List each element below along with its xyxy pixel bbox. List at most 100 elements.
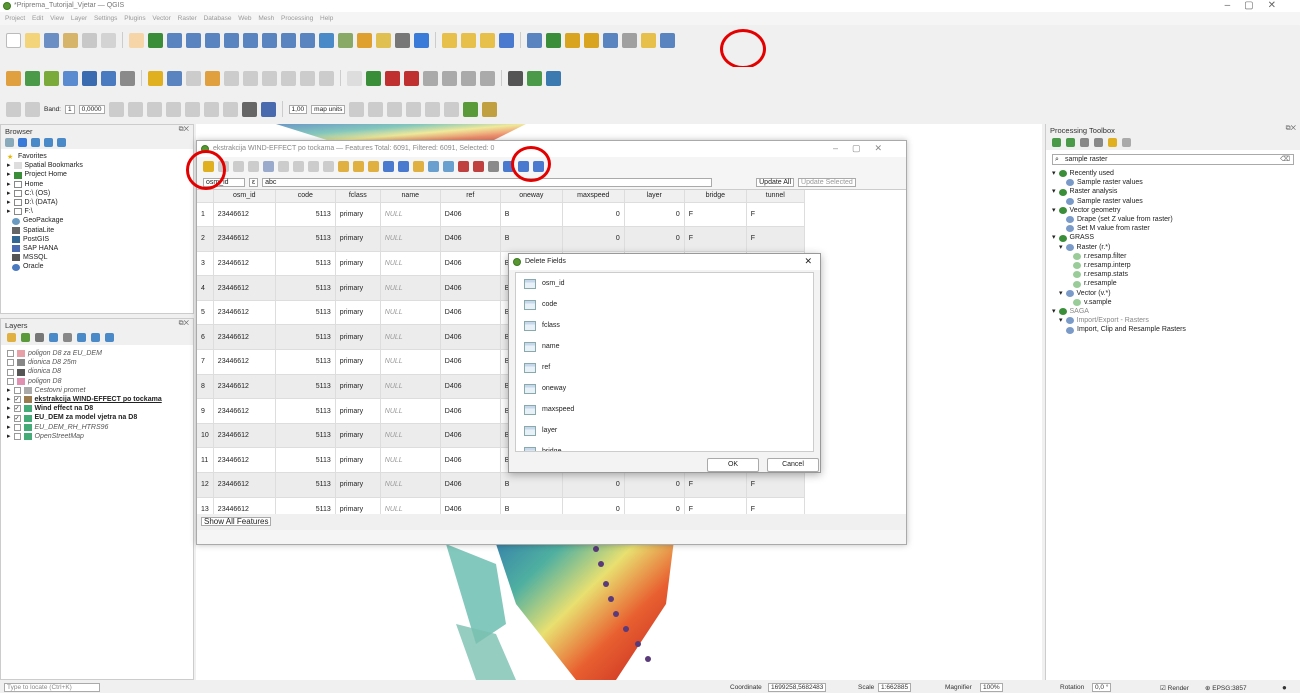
table-cell[interactable]: primary bbox=[335, 447, 381, 474]
table-cell[interactable]: NULL bbox=[380, 447, 441, 474]
tool-e-icon[interactable] bbox=[184, 101, 200, 117]
unit-value-input[interactable]: 1,00 bbox=[288, 104, 308, 114]
panel-close-icon[interactable]: ⧉✕ bbox=[179, 320, 189, 328]
column-header[interactable]: bridge bbox=[684, 190, 747, 203]
field-item[interactable]: oneway bbox=[516, 378, 813, 399]
save-as-icon[interactable] bbox=[63, 32, 78, 48]
band-select[interactable]: 1 bbox=[65, 104, 75, 114]
collapse-all-icon[interactable] bbox=[91, 333, 100, 342]
table-cell[interactable]: 5113 bbox=[275, 300, 336, 326]
table-cell[interactable]: primary bbox=[335, 472, 381, 498]
table-cell[interactable]: NULL bbox=[380, 472, 441, 498]
toolbox-item[interactable]: Import, Clip and Resample Rasters bbox=[1052, 325, 1294, 334]
manage-themes-icon[interactable] bbox=[35, 333, 44, 342]
table-cell[interactable]: NULL bbox=[380, 374, 441, 400]
close-icon[interactable]: ✕ bbox=[804, 256, 812, 267]
layer-item[interactable]: dionica D8 25m bbox=[7, 358, 187, 367]
table-cell[interactable]: 5113 bbox=[275, 275, 336, 301]
coordinate-input[interactable]: 1699258,5682483 bbox=[768, 683, 827, 692]
refresh-browser-icon[interactable] bbox=[18, 138, 27, 147]
column-header[interactable]: oneway bbox=[500, 190, 563, 203]
menu-help[interactable]: Help bbox=[320, 15, 333, 22]
show-all-features-button[interactable]: Show All Features bbox=[201, 517, 272, 526]
table-cell[interactable]: 5113 bbox=[275, 374, 336, 400]
table-cell[interactable]: NULL bbox=[380, 275, 441, 301]
table-cell[interactable]: F bbox=[684, 497, 747, 514]
bookmark-icon[interactable] bbox=[357, 32, 372, 48]
column-header[interactable]: ref bbox=[440, 190, 501, 203]
toolbox-item[interactable]: Sample raster values bbox=[1052, 178, 1294, 187]
scripts-icon[interactable] bbox=[1066, 138, 1075, 147]
help-icon[interactable] bbox=[546, 70, 561, 86]
field-item[interactable]: fclass bbox=[516, 315, 813, 336]
delete-field-icon[interactable] bbox=[473, 160, 484, 172]
table-cell[interactable]: 0 bbox=[562, 472, 625, 498]
style-manager-icon[interactable] bbox=[101, 32, 116, 48]
table-cell[interactable]: 0 bbox=[624, 472, 685, 498]
processing-toolbox-icon[interactable] bbox=[565, 32, 580, 48]
table-cell[interactable]: 23446612 bbox=[213, 398, 276, 424]
add-group-icon[interactable] bbox=[21, 333, 30, 342]
zoom-native-icon[interactable] bbox=[262, 32, 277, 48]
browser-item-c[interactable]: ▸ C:\ (OS) bbox=[7, 189, 187, 198]
table-cell[interactable]: 23446612 bbox=[213, 324, 276, 351]
browser-item-favorites[interactable]: ★ Favorites bbox=[7, 152, 187, 161]
clear-search-icon[interactable]: ⌫ bbox=[1280, 155, 1290, 164]
table-cell[interactable]: 0 bbox=[562, 497, 625, 514]
table-cell[interactable]: NULL bbox=[380, 202, 441, 228]
table-cell[interactable]: D406 bbox=[440, 300, 501, 326]
select-expression-icon[interactable] bbox=[338, 160, 349, 172]
snap-f-icon[interactable] bbox=[444, 101, 460, 117]
menu-view[interactable]: View bbox=[50, 15, 64, 22]
field-item[interactable]: ref bbox=[516, 357, 813, 378]
toolbox-item[interactable]: ▾ Vector geometry bbox=[1052, 206, 1294, 215]
toolbox-item[interactable]: r.resamp.interp bbox=[1052, 261, 1294, 270]
browser-item-mssql[interactable]: MSSQL bbox=[7, 253, 187, 262]
browser-item-home[interactable]: ▸ Home bbox=[7, 180, 187, 189]
snap-e-icon[interactable] bbox=[425, 101, 441, 117]
label-change-icon[interactable] bbox=[461, 70, 476, 86]
select-value-icon[interactable] bbox=[480, 32, 495, 48]
snap-a-icon[interactable] bbox=[349, 101, 365, 117]
models-icon[interactable] bbox=[1052, 138, 1061, 147]
table-row[interactable]: 1 23446612 5113 primary NULL D406 B 0 0 F F bbox=[197, 202, 805, 228]
table-cell[interactable]: F bbox=[746, 472, 805, 498]
table-cell[interactable]: 5113 bbox=[275, 398, 336, 424]
add-raster-layer-icon[interactable] bbox=[44, 70, 59, 86]
messages-icon[interactable]: ● bbox=[1282, 683, 1287, 692]
new-project-icon[interactable] bbox=[6, 32, 21, 48]
cut-icon[interactable] bbox=[293, 160, 304, 172]
render-checkbox[interactable]: ☑ Render bbox=[1160, 684, 1189, 692]
table-cell[interactable]: 5113 bbox=[275, 251, 336, 277]
unit-select[interactable]: map units bbox=[311, 104, 346, 114]
table-cell[interactable]: D406 bbox=[440, 251, 501, 277]
menu-database[interactable]: Database bbox=[204, 15, 232, 22]
table-cell[interactable]: D406 bbox=[440, 202, 501, 228]
toolbox-item[interactable]: Sample raster values bbox=[1052, 197, 1294, 206]
menu-layer[interactable]: Layer bbox=[71, 15, 87, 22]
browser-item-d[interactable]: ▸ D:\ (DATA) bbox=[7, 198, 187, 207]
snap-d-icon[interactable] bbox=[406, 101, 422, 117]
browser-item-saphana[interactable]: SAP HANA bbox=[7, 244, 187, 253]
toolbox-item[interactable]: ▾ Recently used bbox=[1052, 169, 1294, 178]
print-layout-icon[interactable] bbox=[82, 32, 97, 48]
scale-input[interactable]: 1:662885 bbox=[878, 683, 912, 692]
column-header[interactable]: layer bbox=[624, 190, 685, 203]
filter-expression-icon[interactable] bbox=[63, 333, 72, 342]
browser-item-project-home[interactable]: ▸ Project Home bbox=[7, 170, 187, 179]
tool-h-icon[interactable] bbox=[241, 101, 257, 117]
toolbox-item[interactable]: ▾ Raster analysis bbox=[1052, 187, 1294, 196]
toolbox-item[interactable]: ▾ SAGA bbox=[1052, 307, 1294, 316]
layer-item[interactable]: ▸ ✓ ekstrakcija WIND-EFFECT po tockama bbox=[7, 395, 187, 404]
save-project-icon[interactable] bbox=[44, 32, 59, 48]
filter-icon[interactable] bbox=[31, 138, 40, 147]
toolbox-item[interactable]: v.sample bbox=[1052, 298, 1294, 307]
deselect-icon[interactable] bbox=[499, 32, 514, 48]
table-cell[interactable]: B bbox=[500, 226, 563, 252]
snap-c-icon[interactable] bbox=[387, 101, 403, 117]
expression-button[interactable]: ε bbox=[249, 177, 259, 187]
open-project-icon[interactable] bbox=[25, 32, 40, 48]
table-cell[interactable]: primary bbox=[335, 497, 381, 514]
layer-checkbox[interactable]: ✓ bbox=[13, 405, 21, 413]
options-icon[interactable] bbox=[1122, 138, 1131, 147]
